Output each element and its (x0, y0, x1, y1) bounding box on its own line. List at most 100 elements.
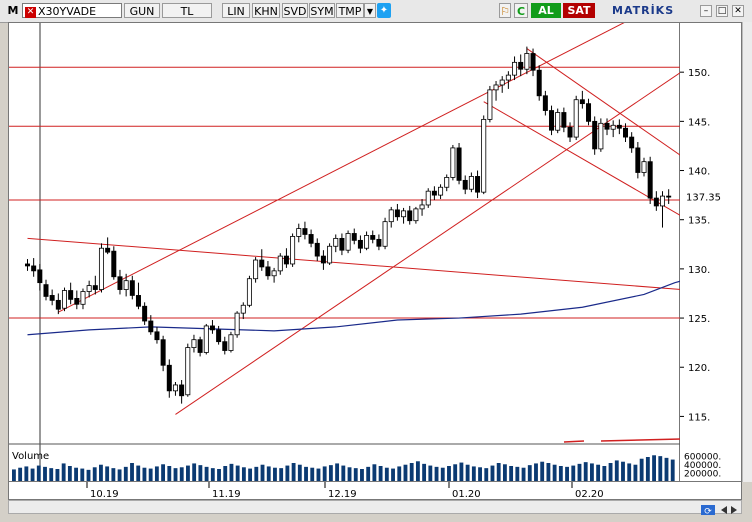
template-button[interactable]: TMP (336, 3, 364, 18)
volume-bar (316, 468, 321, 481)
khn-button[interactable]: KHN (252, 3, 280, 18)
scroll-right-icon[interactable] (731, 506, 737, 514)
volume-bar (360, 469, 364, 481)
horizontal-scrollbar[interactable]: ⟳ (8, 500, 742, 517)
candle (573, 95, 579, 141)
plot-area[interactable]: Volume (8, 0, 752, 483)
volume-bar (179, 467, 184, 481)
candle (24, 259, 30, 271)
candle (616, 119, 622, 135)
trend-line (58, 0, 670, 313)
candle-body (160, 339, 166, 366)
candle (49, 289, 55, 306)
candle (240, 302, 246, 320)
candle-body (536, 69, 542, 97)
candle (308, 229, 314, 248)
y-tick-label: 125. (688, 314, 710, 325)
volume-bar (521, 467, 526, 481)
sell-button[interactable]: SAT (563, 3, 595, 18)
candle (431, 186, 437, 201)
period-button[interactable]: GUN (124, 3, 160, 18)
x-tick-label: 11.19 (212, 489, 241, 500)
volume-bar (527, 465, 532, 481)
candle (542, 90, 548, 116)
candle (117, 269, 123, 295)
candle (357, 235, 363, 254)
refresh-icon[interactable]: C (514, 3, 528, 18)
candle-body (382, 221, 388, 247)
svd-button[interactable]: SVD (282, 3, 308, 18)
currency-button[interactable]: TL (162, 3, 212, 18)
buy-button[interactable]: AL (531, 3, 561, 18)
candle-body (438, 186, 444, 196)
volume-bar (639, 458, 644, 481)
candle-body (610, 124, 616, 130)
volume-bar (571, 465, 576, 481)
twitter-icon[interactable]: ✦ (377, 3, 391, 18)
date-axis: 10.19 11.19 12.19 01.20 02.20 (8, 482, 742, 500)
scroll-left-icon[interactable] (721, 506, 727, 514)
candle (444, 174, 450, 192)
volume-bar (285, 465, 290, 481)
candle (493, 81, 499, 101)
candle (499, 76, 505, 93)
candle-body (462, 179, 468, 190)
candle-body (499, 79, 505, 86)
candle-body (135, 295, 141, 307)
volume-bar (347, 467, 352, 481)
candle-body (394, 209, 400, 218)
volume-bar (310, 467, 315, 481)
candle-body (623, 127, 629, 138)
volume-bar (583, 462, 588, 481)
candle (364, 231, 370, 251)
volume-bar (18, 467, 23, 481)
candle-body (290, 236, 296, 265)
y-tick-label: 145. (688, 117, 710, 128)
volume-bar (279, 468, 284, 481)
vertical-scrollbar[interactable] (742, 22, 752, 482)
alarm-icon[interactable]: ⚐ (499, 3, 511, 18)
candle-body (641, 161, 647, 173)
volume-bar (484, 468, 489, 481)
candle-body (647, 161, 653, 199)
template-dropdown-icon[interactable]: ▼ (364, 3, 376, 18)
volume-bar (422, 463, 427, 481)
candle-body (43, 284, 49, 297)
candle (191, 334, 197, 353)
volume-bar (372, 464, 377, 481)
volume-bar (74, 467, 79, 481)
minimize-icon[interactable]: – (700, 5, 712, 17)
volume-bar (198, 465, 203, 481)
x-tick-label: 01.20 (452, 489, 481, 500)
candle-body (142, 305, 148, 322)
candle (345, 230, 351, 254)
volume-bar (49, 468, 54, 481)
candle-body (37, 269, 43, 284)
candle (259, 249, 265, 271)
maximize-icon[interactable]: □ (716, 5, 728, 17)
candle (407, 205, 413, 225)
symbol-box[interactable]: ✕ X30YVADE (22, 3, 122, 18)
volume-bar (173, 468, 178, 481)
volume-bar (136, 465, 141, 481)
close-symbol-icon[interactable]: ✕ (25, 7, 36, 18)
candle (610, 120, 616, 138)
linear-scale-button[interactable]: LIN (222, 3, 250, 18)
volume-bar (397, 466, 402, 481)
candle-body (364, 235, 370, 249)
candle-body (129, 280, 135, 296)
volume-bar (378, 466, 383, 481)
scroll-sync-icon[interactable]: ⟳ (701, 505, 715, 517)
candle (388, 206, 394, 228)
volume-bar (602, 466, 607, 481)
candle-body (586, 103, 592, 122)
candle-body (253, 259, 259, 280)
candle-body (505, 74, 511, 81)
candle-body (407, 210, 413, 222)
candle (351, 228, 357, 245)
candle (456, 142, 462, 185)
symbols-button[interactable]: SYM (309, 3, 335, 18)
candle (320, 250, 326, 270)
volume-bar (459, 462, 464, 481)
close-icon[interactable]: ✕ (732, 5, 744, 17)
